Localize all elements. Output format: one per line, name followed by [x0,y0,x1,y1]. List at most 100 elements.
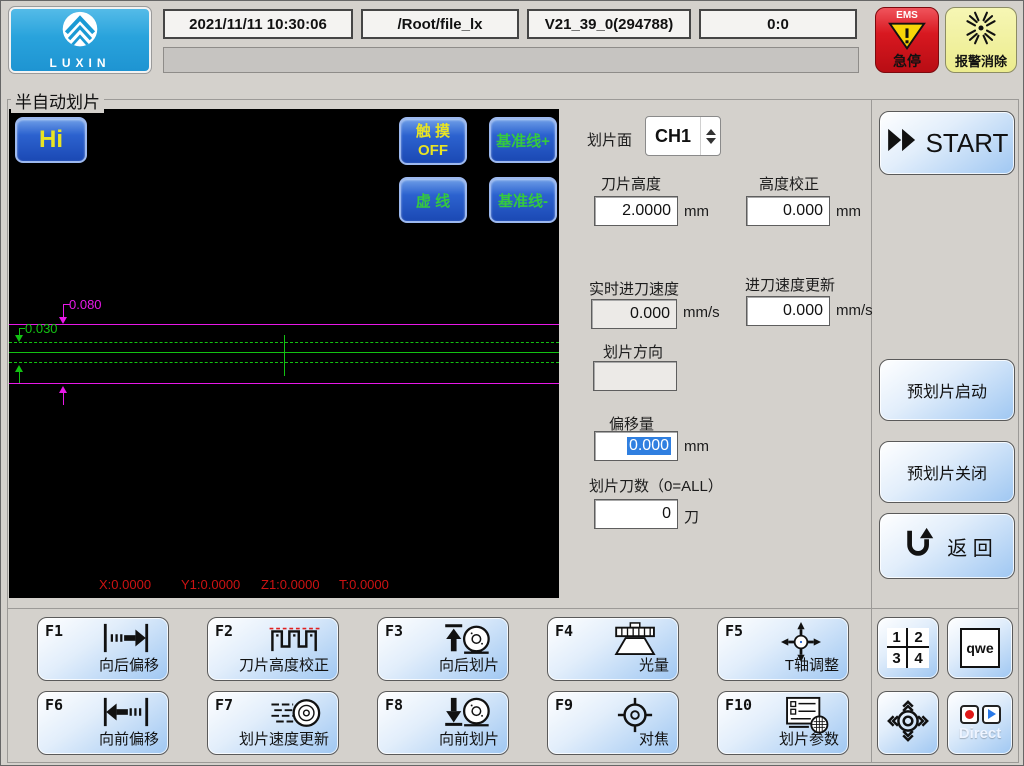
cut-face-select[interactable]: CH1 [645,116,721,156]
fkey-number: F4 [555,622,573,640]
f9-button[interactable]: F9 对焦 [547,691,679,755]
outer-dim-arrow-icon [59,317,67,324]
keyboard-button[interactable]: qwe [947,617,1013,679]
back-button[interactable]: 返 回 [879,513,1015,579]
kerf-outer-top-line [9,324,559,325]
f3-button[interactable]: F3 向后划片 [377,617,509,681]
numpad-digit: 3 [887,648,908,668]
f5-button[interactable]: F5 T轴调整 [717,617,849,681]
fkey-caption: 光量 [639,654,669,675]
touch-off-button[interactable]: 触 摸 OFF [399,117,467,165]
x-coordinate: X:0.0000 [99,577,151,592]
fkey-number: F5 [725,622,743,640]
record-icon [960,705,979,724]
cut-count-input[interactable]: 0 [594,499,678,529]
pre-dice-start-button[interactable]: 预划片启动 [879,359,1015,421]
cut-count-label: 划片刀数（0=ALL） [589,475,723,496]
height-correction-input[interactable]: 0.000 [746,196,830,226]
fkey-caption: 向前偏移 [99,728,159,749]
camera-view[interactable]: Hi 触 摸 OFF 基准线+ 虚 线 基准线- 0.080 0.030 [9,109,559,598]
u-turn-arrow-icon [901,526,939,566]
back-label: 返 回 [947,532,993,561]
feed-speed-update-input[interactable]: 0.000 [746,296,830,326]
record-play-icon [960,705,1001,724]
mountain-logo-icon [58,10,102,55]
feed-speed-update-label: 进刀速度更新 [745,274,835,295]
dashed-line-label: 虚 线 [416,190,450,211]
cut-direction-field [593,361,677,391]
outer-dim-label: 0.080 [69,297,102,312]
height-correction-value: 0.000 [783,202,823,220]
y1-coordinate: Y1:0.0000 [181,577,240,592]
right-panel-divider [871,100,872,762]
dashed-line-button[interactable]: 虚 线 [399,177,467,223]
f6-button[interactable]: F6 向前偏移 [37,691,169,755]
feed-speed-update-unit: mm/s [836,302,873,319]
inner-dim-bracket [19,328,25,329]
outer-dim-bracket [63,304,70,305]
blade-height-value: 2.0000 [622,202,671,220]
f4-button[interactable]: F4 光量 [547,617,679,681]
feed-speed-update-value: 0.000 [783,302,823,320]
double-chevron-icon [886,127,920,160]
f2-button[interactable]: F2 刀片高度校正 [207,617,339,681]
offset-unit: mm [684,438,709,455]
fkey-caption: 划片参数 [779,728,839,749]
hi-magnification-button[interactable]: Hi [15,117,87,163]
realtime-feed-speed-value: 0.000 [630,305,670,323]
start-button[interactable]: START [879,111,1015,175]
version-field: V21_39_0(294788) [527,9,691,39]
direct-mode-button[interactable]: Direct [947,691,1013,755]
f1-button[interactable]: F1 向后偏移 [37,617,169,681]
offset-input[interactable]: 0.000 [594,431,678,461]
fkey-number: F7 [215,696,233,714]
fkey-area-divider [8,608,1018,609]
outer-dim-leader [63,304,64,318]
fkey-number: F1 [45,622,63,640]
f7-button[interactable]: F7 划片速度更新 [207,691,339,755]
f10-button[interactable]: F10 划片参数 [717,691,849,755]
fkey-caption: T轴调整 [785,654,839,675]
spin-up-icon [706,129,716,135]
realtime-feed-speed-field: 0.000 [591,299,677,329]
status-bar [163,47,859,73]
pre-dice-close-button[interactable]: 预划片关闭 [879,441,1015,503]
numpad-button[interactable]: 1 2 3 4 [877,617,939,679]
start-label: START [926,128,1009,159]
inner-dim-label: 0.030 [25,321,58,336]
alarm-burst-icon [963,11,999,50]
spin-down-icon [706,138,716,144]
pre-dice-close-label: 预划片关闭 [907,460,987,484]
fkey-caption: 对焦 [639,728,669,749]
blade-height-unit: mm [684,203,709,220]
ems-tag: EMS [896,11,918,21]
fkey-caption: 向后划片 [439,654,499,675]
direct-label: Direct [959,725,1002,742]
outer-up-leader [63,392,64,405]
reference-line-plus-button[interactable]: 基准线+ [489,117,557,163]
alarm-clear-button[interactable]: 报警消除 [945,7,1017,73]
z1-coordinate: Z1:0.0000 [261,577,320,592]
reference-line-minus-button[interactable]: 基准线- [489,177,557,223]
realtime-feed-speed-label: 实时进刀速度 [589,278,679,299]
cut-count-unit: 刀 [684,506,699,527]
height-correction-label: 高度校正 [759,173,819,194]
numpad-icon: 1 2 3 4 [887,628,929,668]
page-title: 半自动划片 [11,88,104,113]
f8-button[interactable]: F8 向前划片 [377,691,509,755]
emergency-stop-button[interactable]: EMS 急停 [875,7,939,73]
spinner-icon[interactable] [700,117,720,155]
keyboard-icon: qwe [960,628,1000,668]
blade-height-input[interactable]: 2.0000 [594,196,678,226]
touch-label-line1: 触 摸 [416,122,450,141]
touch-label-line2: OFF [418,141,448,160]
machine-hmi-screen: LUXIN 2021/11/11 10:30:06 /Root/file_lx … [0,0,1024,766]
realtime-feed-speed-unit: mm/s [683,304,720,321]
luxin-logo[interactable]: LUXIN [9,7,151,73]
datetime-field: 2021/11/11 10:30:06 [163,9,353,39]
jog-button[interactable] [877,691,939,755]
cut-face-label: 划片面 [587,129,632,150]
fkey-caption: 向前划片 [439,728,499,749]
file-path-field: /Root/file_lx [361,9,519,39]
warning-triangle-icon [888,21,926,56]
